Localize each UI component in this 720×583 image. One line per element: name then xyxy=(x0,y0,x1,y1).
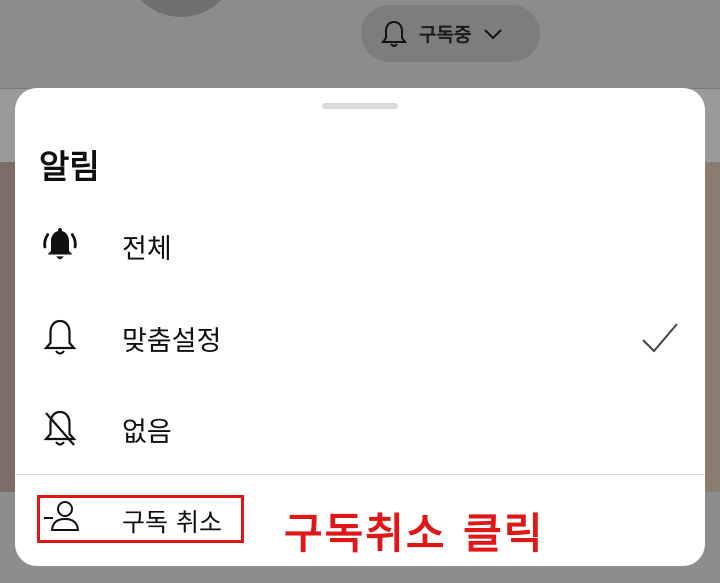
bell-outline-icon xyxy=(42,318,78,358)
divider xyxy=(15,474,705,475)
notification-option-custom[interactable]: 맞춤설정 xyxy=(15,293,705,383)
background-thumbnail-left xyxy=(0,162,16,492)
bell-off-icon xyxy=(42,409,78,449)
notification-option-all[interactable]: 전체 xyxy=(15,201,705,291)
notification-option-none[interactable]: 없음 xyxy=(15,384,705,474)
bell-ringing-filled-icon xyxy=(42,226,78,266)
background-thumbnail-right xyxy=(704,162,720,492)
drag-handle[interactable] xyxy=(322,103,398,109)
checkmark-icon xyxy=(642,323,678,353)
channel-header-dimmed: 구독중 xyxy=(0,0,720,89)
channel-avatar xyxy=(125,0,237,17)
subscribed-button[interactable]: 구독중 xyxy=(361,5,540,62)
sheet-title: 알림 xyxy=(39,147,100,186)
chevron-down-icon xyxy=(484,28,503,39)
option-label: 맞춤설정 xyxy=(122,325,222,357)
notification-bottom-sheet: 알림 전체 맞춤설정 없음 구독 취소 xyxy=(15,88,705,566)
subscribed-label: 구독중 xyxy=(419,24,472,46)
red-highlight-box xyxy=(37,495,244,543)
annotation-text: 구독취소 클릭 xyxy=(284,509,545,558)
option-label: 없음 xyxy=(122,416,172,448)
bell-icon xyxy=(381,20,407,47)
option-label: 전체 xyxy=(122,233,172,265)
